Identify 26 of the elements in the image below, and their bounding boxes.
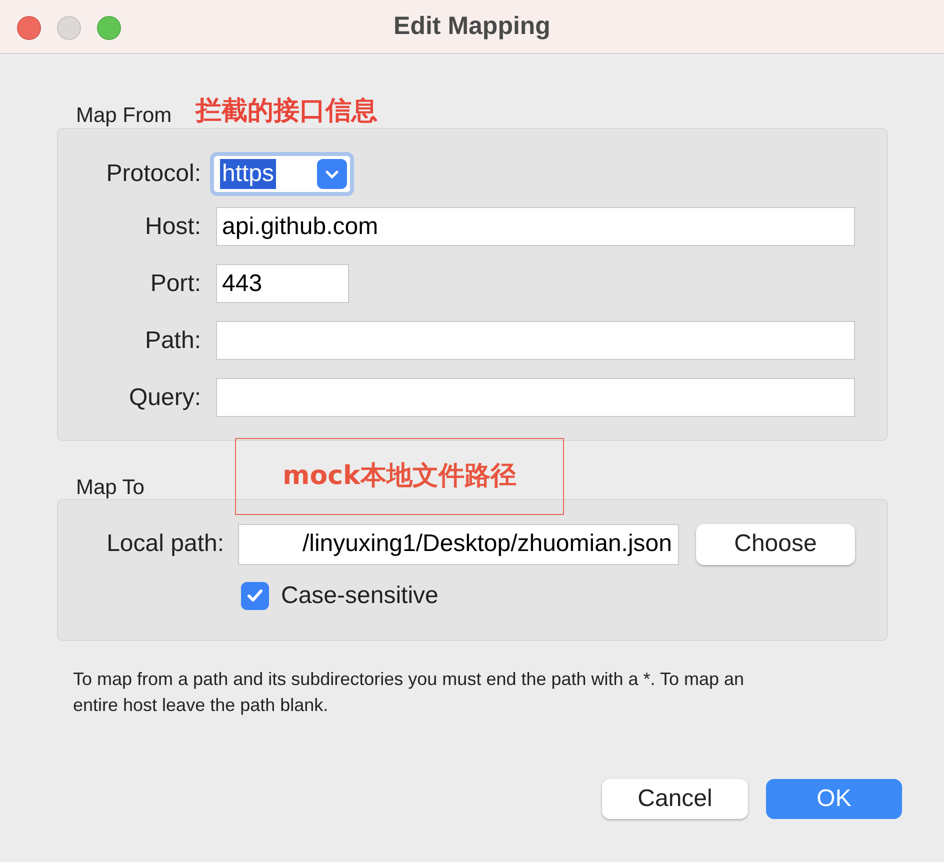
help-text: To map from a path and its subdirectories you must end the path with a *. To map an entire host leave the path blank. <box>73 668 746 717</box>
checkbox[interactable] <box>241 582 269 610</box>
field-label: Protocol: <box>105 159 201 189</box>
window-title: Edit Mapping <box>394 10 550 42</box>
field-label: Query: <box>128 382 201 412</box>
section-label: Map To <box>76 475 144 501</box>
choose-button[interactable]: Choose <box>696 524 855 564</box>
section-label: Map From <box>76 102 172 128</box>
cancel-button[interactable]: Cancel <box>602 779 748 819</box>
input-field[interactable]: api.github.com <box>216 207 855 246</box>
minimize-icon[interactable] <box>57 16 81 40</box>
annotation-text: 拦截的接口信息 <box>196 95 378 128</box>
field-label: Port: <box>149 268 201 298</box>
local-path-field[interactable]: /linyuxing1/Desktop/zhuomian.json <box>238 524 679 564</box>
zoom-icon[interactable] <box>97 16 121 40</box>
field-label: Local path: <box>106 529 224 559</box>
input-field[interactable] <box>216 321 855 360</box>
close-icon[interactable] <box>17 16 41 40</box>
protocol-dropdown[interactable]: https <box>210 152 354 196</box>
checkbox-label[interactable]: Case-sensitive <box>281 578 438 614</box>
input-field[interactable] <box>216 378 855 417</box>
chevron-down-icon <box>317 159 347 189</box>
field-label: Path: <box>144 326 201 356</box>
annotation-text: mock本地文件路径 <box>282 460 516 493</box>
field-label: Host: <box>144 212 201 242</box>
input-field[interactable]: 443 <box>216 264 349 303</box>
